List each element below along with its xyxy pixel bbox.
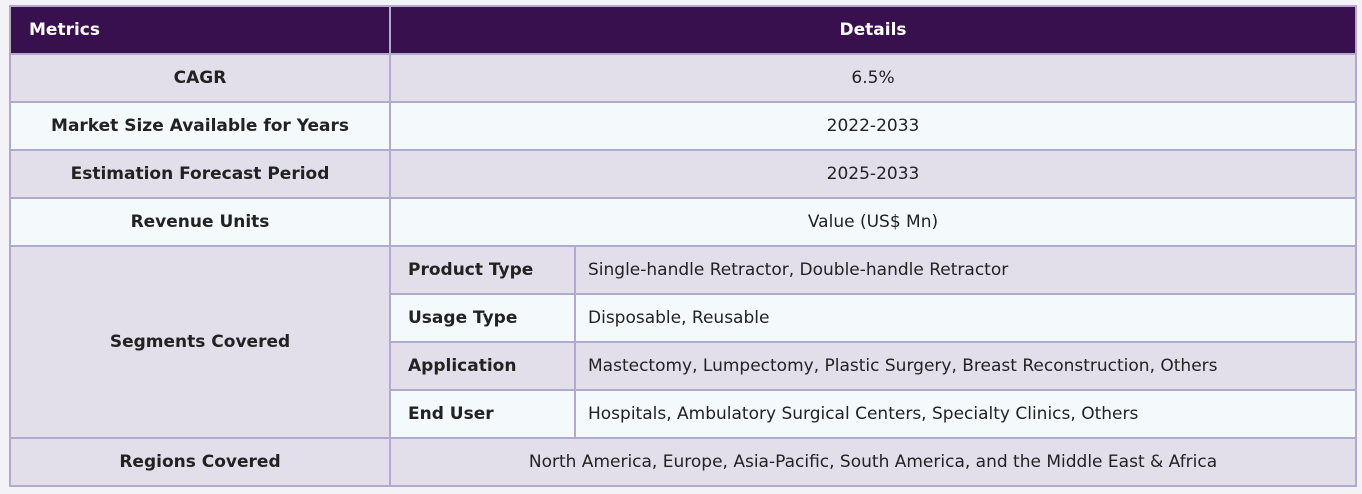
report-metrics-table-container: Metrics Details CAGR 6.5% Market Size Av… (9, 5, 1358, 487)
details-column-header: Details (388, 5, 1358, 55)
report-metrics-table: Metrics Details CAGR 6.5% Market Size Av… (9, 5, 1358, 487)
revenue-label: Revenue Units (9, 197, 391, 247)
table-header-row: Metrics Details (9, 5, 1358, 55)
cagr-value: 6.5% (388, 53, 1358, 103)
segment-end-user-label: End User (389, 389, 576, 439)
table-row-regions: Regions Covered North America, Europe, A… (9, 437, 1358, 487)
market-size-label: Market Size Available for Years (9, 101, 391, 151)
metrics-column-header: Metrics (9, 5, 391, 55)
segment-usage-type-value: Disposable, Reusable (573, 293, 1358, 343)
segment-application-label: Application (389, 341, 576, 391)
segment-application-value: Mastectomy, Lumpectomy, Plastic Surgery,… (573, 341, 1358, 391)
forecast-label: Estimation Forecast Period (9, 149, 391, 199)
table-row-segment-product-type: Segments Covered Product Type Single-han… (9, 245, 1358, 439)
segment-product-type-label: Product Type (389, 245, 576, 295)
table-row-forecast: Estimation Forecast Period 2025-2033 (9, 149, 1358, 199)
table-row-revenue: Revenue Units Value (US$ Mn) (9, 197, 1358, 247)
market-size-value: 2022-2033 (388, 101, 1358, 151)
forecast-value: 2025-2033 (388, 149, 1358, 199)
cagr-label: CAGR (9, 53, 391, 103)
table-row-cagr: CAGR 6.5% (9, 53, 1358, 103)
regions-label: Regions Covered (9, 437, 391, 487)
segment-end-user-value: Hospitals, Ambulatory Surgical Centers, … (573, 389, 1358, 439)
segment-product-type-value: Single-handle Retractor, Double-handle R… (573, 245, 1358, 295)
segment-usage-type-label: Usage Type (389, 293, 576, 343)
revenue-value: Value (US$ Mn) (388, 197, 1358, 247)
table-row-market-size: Market Size Available for Years 2022-203… (9, 101, 1358, 151)
segments-label: Segments Covered (9, 245, 391, 439)
regions-value: North America, Europe, Asia-Pacific, Sou… (388, 437, 1358, 487)
